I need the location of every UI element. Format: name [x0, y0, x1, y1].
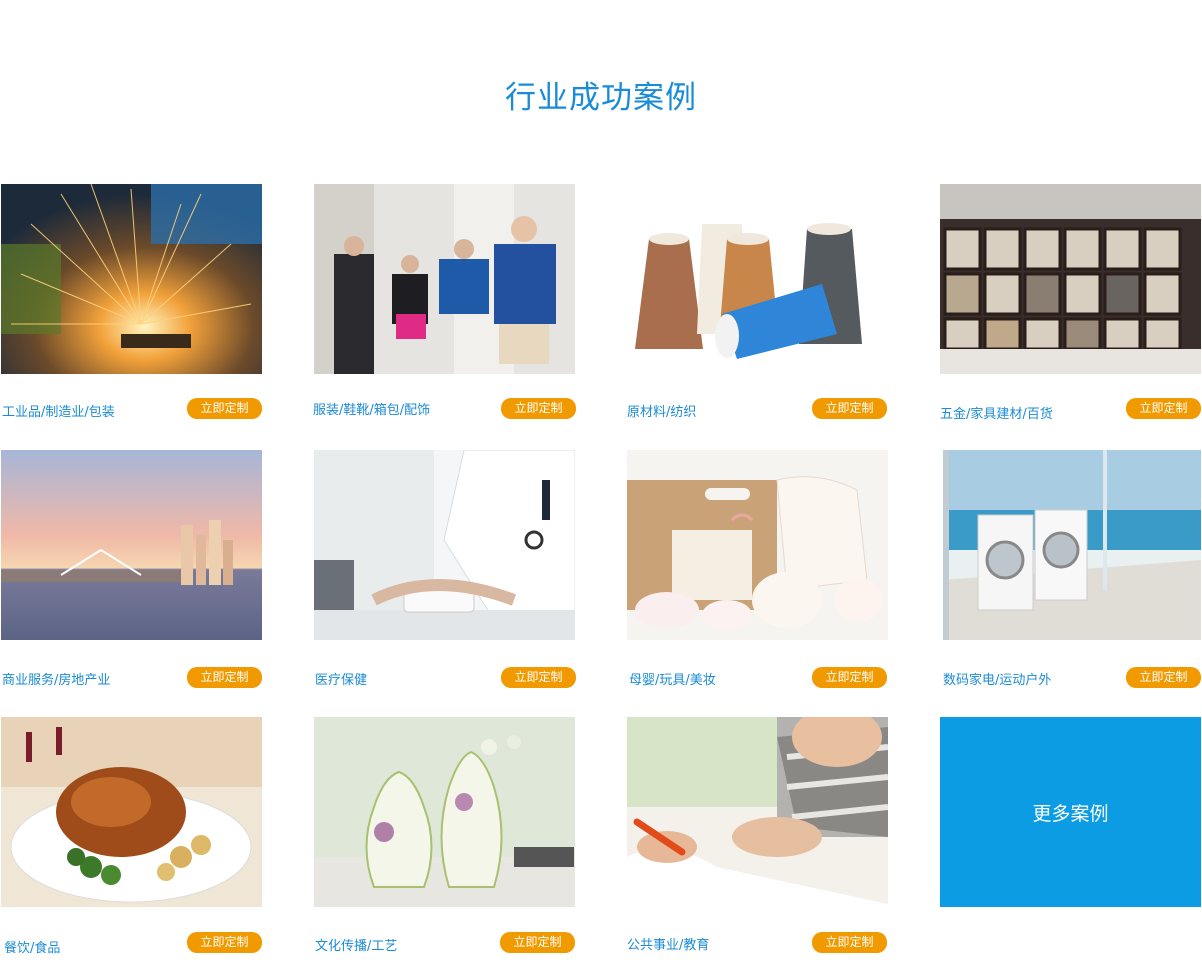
thread-spools-image[interactable] [627, 184, 888, 374]
case-label[interactable]: 餐饮/食品 [4, 937, 60, 956]
case-label[interactable]: 公共事业/教育 [627, 934, 709, 953]
roast-chicken-image[interactable] [1, 717, 262, 907]
washing-machines-image[interactable] [943, 450, 1201, 640]
baby-clothes-gift-image[interactable] [627, 450, 888, 640]
case-label[interactable]: 工业品/制造业/包装 [2, 401, 115, 420]
customize-button[interactable]: 立即定制 [812, 932, 887, 953]
ceramic-vases-image[interactable] [314, 717, 575, 907]
case-label[interactable]: 数码家电/运动户外 [943, 669, 1051, 688]
city-skyline-image[interactable] [1, 450, 262, 640]
customize-button[interactable]: 立即定制 [1126, 398, 1201, 419]
fashion-models-image[interactable] [314, 184, 575, 374]
tile-showroom-image[interactable] [940, 184, 1201, 374]
customize-button[interactable]: 立即定制 [812, 398, 887, 419]
case-label[interactable]: 医疗保健 [315, 669, 367, 688]
section-title: 行业成功案例 [505, 80, 697, 116]
customize-button[interactable]: 立即定制 [1126, 667, 1201, 688]
customize-button[interactable]: 立即定制 [187, 932, 262, 953]
more-cases-button[interactable]: 更多案例 [940, 717, 1201, 907]
case-label[interactable]: 原材料/纺织 [627, 401, 696, 420]
child-drawing-image[interactable] [627, 717, 888, 904]
customize-button[interactable]: 立即定制 [187, 667, 262, 688]
customize-button[interactable]: 立即定制 [500, 932, 575, 953]
case-label[interactable]: 服装/鞋靴/箱包/配饰 [313, 399, 430, 418]
case-label[interactable]: 母婴/玩具/美妆 [629, 669, 716, 688]
customize-button[interactable]: 立即定制 [501, 398, 576, 419]
welding-sparks-image[interactable] [1, 184, 262, 374]
case-label[interactable]: 商业服务/房地产业 [2, 669, 110, 688]
customize-button[interactable]: 立即定制 [187, 398, 262, 419]
case-label[interactable]: 文化传播/工艺 [315, 935, 397, 954]
customize-button[interactable]: 立即定制 [812, 667, 887, 688]
doctor-blood-pressure-image[interactable] [314, 450, 575, 640]
case-label[interactable]: 五金/家具建材/百货 [940, 403, 1053, 422]
customize-button[interactable]: 立即定制 [501, 667, 576, 688]
